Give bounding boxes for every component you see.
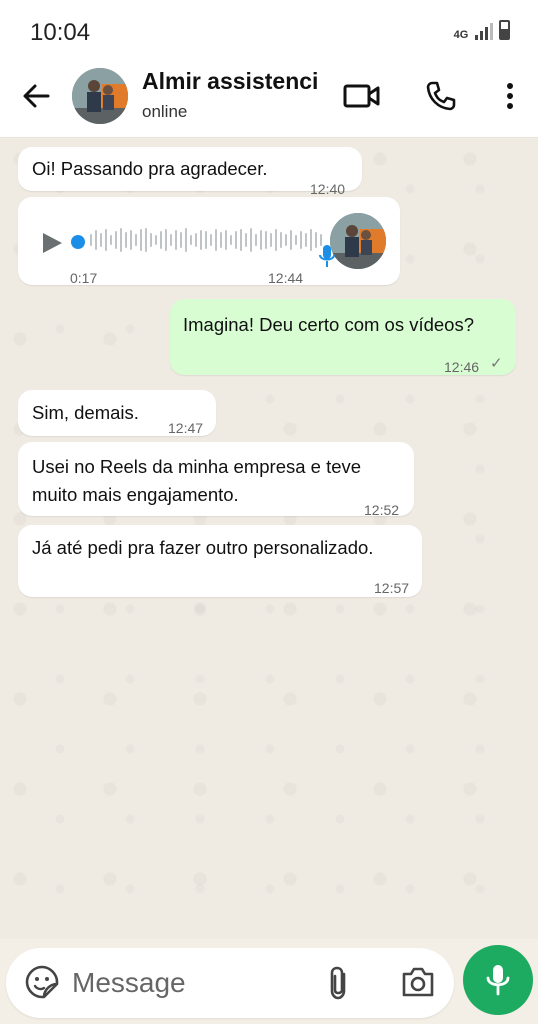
sender-avatar <box>330 213 386 269</box>
contact-status: online <box>142 102 188 121</box>
chat-area: Oi! Passando pra agradecer. 12:40 0:17 1… <box>0 139 538 939</box>
message-time: 12:46 <box>444 359 480 375</box>
voice-message-bubble[interactable]: 0:17 12:44 <box>18 197 400 286</box>
message-text: Sim, demais. <box>32 402 139 423</box>
status-icons: 4G <box>453 20 510 41</box>
more-options-icon[interactable] <box>490 76 530 116</box>
message-bubble-incoming[interactable]: Sim, demais. 12:47 <box>18 390 216 436</box>
video-call-icon[interactable] <box>342 76 382 116</box>
sticker-emoji-icon[interactable] <box>24 964 60 1005</box>
sent-check-icon: ✓ <box>490 355 503 372</box>
playback-position-dot[interactable] <box>71 235 85 249</box>
network-type: 4G <box>453 29 469 41</box>
message-text-line2: muito mais engajamento. <box>32 484 239 505</box>
contact-avatar[interactable] <box>72 68 128 124</box>
message-bubble-incoming[interactable]: Já até pedi pra fazer outro personalizad… <box>18 525 422 597</box>
message-input[interactable] <box>72 962 292 1004</box>
message-composer <box>6 948 454 1018</box>
message-time: 12:52 <box>364 502 400 518</box>
message-time: 12:44 <box>268 270 304 286</box>
mic-icon <box>486 965 510 996</box>
message-bubble-incoming[interactable]: Usei no Reels da minha empresa e teve mu… <box>18 442 414 518</box>
signal-icon <box>475 20 493 40</box>
message-time: 12:47 <box>168 420 204 436</box>
voice-record-button[interactable] <box>463 945 533 1015</box>
message-bubble-outgoing[interactable]: Imagina! Deu certo com os vídeos? 12:46 … <box>170 299 516 375</box>
camera-icon[interactable] <box>400 966 436 1003</box>
message-text-line1: Usei no Reels da minha empresa e teve <box>32 456 362 477</box>
status-time: 10:04 <box>30 19 91 46</box>
message-text: Já até pedi pra fazer outro personalizad… <box>32 537 374 558</box>
back-arrow-icon[interactable] <box>18 78 54 114</box>
message-bubble-incoming[interactable]: Oi! Passando pra agradecer. 12:40 <box>18 147 362 197</box>
attach-icon[interactable] <box>324 964 354 1007</box>
mic-badge-icon <box>318 243 336 278</box>
voice-duration: 0:17 <box>70 270 98 286</box>
contact-name[interactable]: Almir assistenci <box>142 68 342 95</box>
chat-header: Almir assistenci online <box>0 60 538 138</box>
status-bar: 10:04 4G <box>0 0 538 60</box>
play-icon[interactable] <box>40 231 64 264</box>
voice-call-icon[interactable] <box>421 76 461 116</box>
message-text: Imagina! Deu certo com os vídeos? <box>183 314 475 335</box>
battery-icon <box>499 20 510 40</box>
audio-waveform[interactable] <box>90 227 322 253</box>
message-text: Oi! Passando pra agradecer. <box>32 158 268 179</box>
message-time: 12:57 <box>374 580 410 596</box>
